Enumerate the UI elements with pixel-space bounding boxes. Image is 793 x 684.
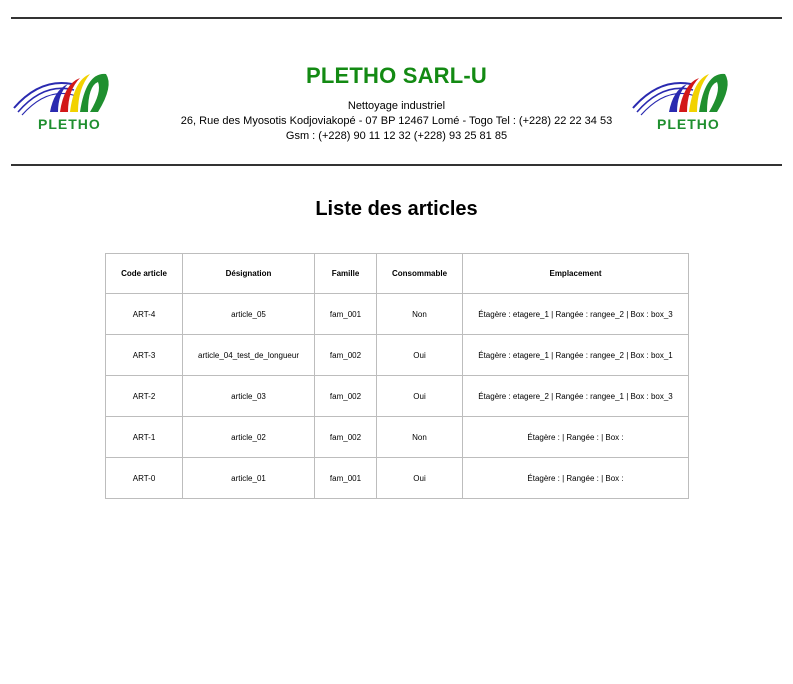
cell-famille: fam_002 xyxy=(314,334,377,376)
table-row: ART-3 article_04_test_de_longueur fam_00… xyxy=(105,334,689,376)
column-header-famille: Famille xyxy=(314,253,377,294)
page-title: Liste des articles xyxy=(315,198,478,220)
column-header-consommable: Consommable xyxy=(376,253,463,294)
company-name: PLETHO SARL-U xyxy=(305,63,488,88)
top-divider xyxy=(11,17,782,19)
table-row: ART-2 article_03 fam_002 Oui Étagère : e… xyxy=(105,375,689,417)
logo-text: PLETHO xyxy=(38,116,101,132)
column-header-designation: Désignation xyxy=(182,253,315,294)
table-row: ART-0 article_01 fam_001 Oui Étagère : |… xyxy=(105,457,689,499)
column-header-code: Code article xyxy=(105,253,183,294)
header-divider xyxy=(11,164,782,166)
cell-famille: fam_001 xyxy=(314,293,377,335)
cell-emplacement: Étagère : | Rangée : | Box : xyxy=(462,416,689,458)
cell-consommable: Oui xyxy=(376,457,463,499)
articles-table: Code article Désignation Famille Consomm… xyxy=(105,253,689,499)
cell-consommable: Non xyxy=(376,416,463,458)
cell-emplacement: Étagère : etagere_1 | Rangée : rangee_2 … xyxy=(462,334,689,376)
company-address: 26, Rue des Myosotis Kodjoviakopé - 07 B… xyxy=(180,115,613,127)
cell-designation: article_04_test_de_longueur xyxy=(182,334,315,376)
cell-designation: article_05 xyxy=(182,293,315,335)
cell-code: ART-3 xyxy=(105,334,183,376)
table-row: ART-1 article_02 fam_002 Non Étagère : |… xyxy=(105,416,689,458)
pletho-logo-right: PLETHO xyxy=(629,68,741,132)
cell-code: ART-0 xyxy=(105,457,183,499)
cell-consommable: Oui xyxy=(376,334,463,376)
cell-designation: article_03 xyxy=(182,375,315,417)
cell-consommable: Oui xyxy=(376,375,463,417)
letterhead: PLETHO SARL-U Nettoyage industriel 26, R… xyxy=(150,62,643,144)
cell-emplacement: Étagère : | Rangée : | Box : xyxy=(462,457,689,499)
logo-text: PLETHO xyxy=(657,116,720,132)
cell-code: ART-2 xyxy=(105,375,183,417)
cell-famille: fam_002 xyxy=(314,416,377,458)
cell-famille: fam_001 xyxy=(314,457,377,499)
table-row: ART-4 article_05 fam_001 Non Étagère : e… xyxy=(105,293,689,335)
cell-code: ART-1 xyxy=(105,416,183,458)
cell-famille: fam_002 xyxy=(314,375,377,417)
cell-designation: article_01 xyxy=(182,457,315,499)
cell-code: ART-4 xyxy=(105,293,183,335)
company-activity: Nettoyage industriel xyxy=(347,100,446,112)
company-gsm: Gsm : (+228) 90 11 12 32 (+228) 93 25 81… xyxy=(285,130,508,142)
pletho-logo-left: PLETHO xyxy=(10,68,122,132)
cell-designation: article_02 xyxy=(182,416,315,458)
cell-emplacement: Étagère : etagere_1 | Rangée : rangee_2 … xyxy=(462,293,689,335)
column-header-emplacement: Emplacement xyxy=(462,253,689,294)
table-header-row: Code article Désignation Famille Consomm… xyxy=(105,253,689,294)
cell-consommable: Non xyxy=(376,293,463,335)
cell-emplacement: Étagère : etagere_2 | Rangée : rangee_1 … xyxy=(462,375,689,417)
